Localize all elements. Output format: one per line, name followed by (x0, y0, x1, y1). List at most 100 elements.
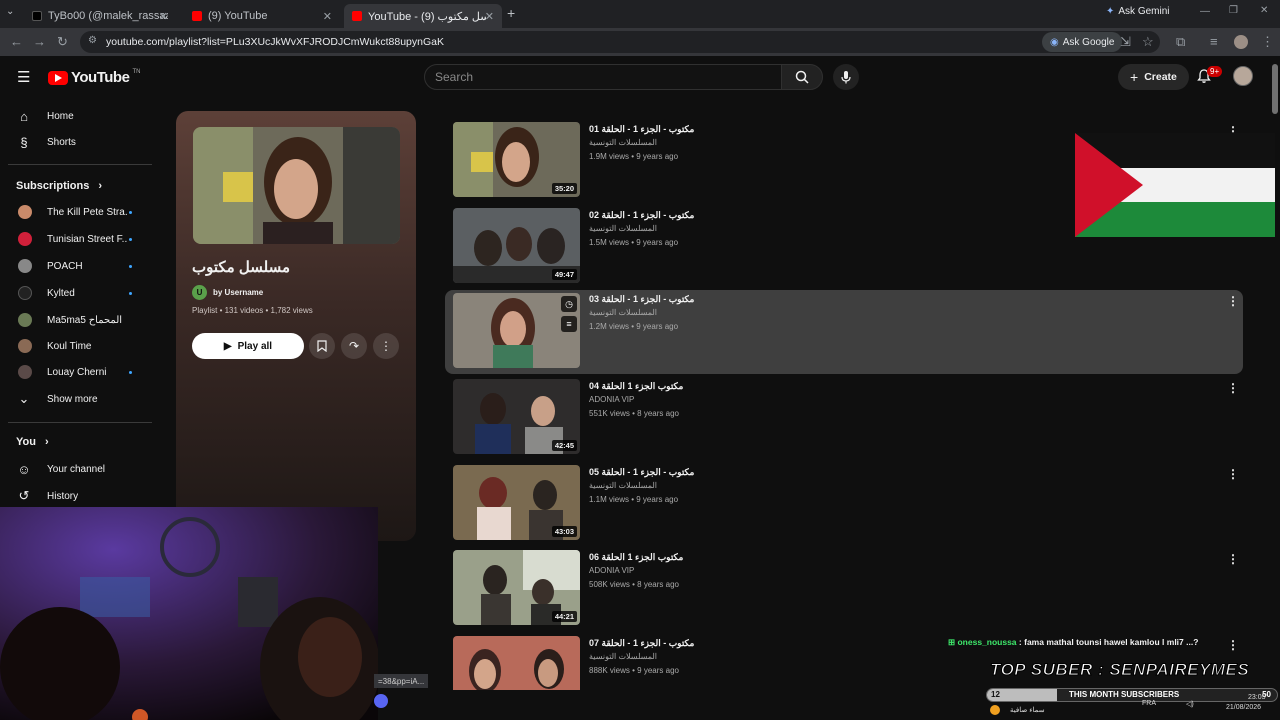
more-vert-icon[interactable]: ⋮ (1227, 638, 1239, 652)
video-thumbnail[interactable]: 44:21 (453, 550, 580, 625)
video-thumbnail[interactable]: ◷ ≡ (453, 293, 580, 368)
reload-icon[interactable]: ↻ (57, 34, 68, 50)
minimize-icon[interactable]: — (1200, 6, 1210, 17)
video-title[interactable]: مكتوب - الجزء 1 - الحلقة 02 (589, 210, 694, 221)
channel-name[interactable]: المسلسلات التونسية (589, 308, 657, 317)
video-meta: 888K views • 9 years ago (589, 666, 679, 675)
channel-name[interactable]: المسلسلات التونسية (589, 224, 657, 233)
ask-gemini-button[interactable]: ✦ Ask Gemini (1106, 6, 1170, 17)
playlist-video-row[interactable]: 44:21 مكتوب الجزء 1 الحلقة 06 ADONIA VIP… (445, 548, 1243, 632)
tab-title: TyBo00 (@malek_rassaa) | TikTok (48, 10, 168, 22)
channel-name[interactable]: ADONIA VIP (589, 395, 634, 404)
video-thumbnail[interactable]: 49:47 (453, 208, 580, 283)
save-playlist-button[interactable] (309, 333, 335, 359)
new-content-dot (129, 370, 132, 374)
browser-tab-playlist[interactable]: YouTube - مسلسل مكتوب (9) ✕ (344, 4, 502, 28)
channel-name[interactable]: المسلسلات التونسية (589, 138, 657, 147)
maximize-icon[interactable]: ❐ (1229, 5, 1238, 16)
owner-avatar: U (192, 285, 207, 300)
sidebar-item-subscription[interactable]: POACH (0, 253, 152, 279)
channel-avatar (18, 259, 32, 273)
playlist-thumbnail[interactable] (193, 127, 400, 244)
new-content-dot (129, 264, 132, 268)
video-thumbnail[interactable]: 43:03 (453, 465, 580, 540)
playlist-owner[interactable]: U by Username (192, 285, 263, 300)
channel-name[interactable]: المسلسلات التونسية (589, 481, 657, 490)
video-title[interactable]: مكتوب - الجزء 1 - الحلقة 01 (589, 124, 694, 135)
video-title[interactable]: مكتوب الجزء 1 الحلقة 04 (589, 381, 683, 392)
sidebar-item-subscription[interactable]: Louay Cherni (0, 359, 152, 385)
video-meta: 551K views • 8 years ago (589, 409, 679, 418)
playlist-video-row[interactable]: 43:03 مكتوب - الجزء 1 - الحلقة 05 المسلس… (445, 463, 1243, 547)
forward-icon[interactable]: → (33, 34, 46, 49)
url-field[interactable]: ⚙ youtube.com/playlist?list=PLu3XUcJkWvX… (80, 31, 1160, 53)
sidebar-item-subscription[interactable]: Tunisian Street F... (0, 226, 152, 252)
youtube-logo[interactable]: YouTube TN (48, 69, 140, 86)
sidebar-item-home[interactable]: ⌂ Home (0, 103, 152, 129)
sidebar-item-history[interactable]: ↺ History (0, 483, 152, 509)
sidebar-item-label: Show more (47, 393, 98, 405)
thumbnail-image (453, 636, 580, 690)
you-heading[interactable]: You › (16, 436, 49, 448)
channel-name[interactable]: المسلسلات التونسية (589, 652, 657, 661)
more-vert-icon[interactable]: ⋮ (1227, 294, 1239, 308)
share-button[interactable]: ↷ (341, 333, 367, 359)
channel-name[interactable]: ADONIA VIP (589, 566, 634, 575)
playlist-video-row[interactable]: ◷ ≡ مكتوب - الجزء 1 - الحلقة 03 المسلسلا… (445, 290, 1243, 374)
close-tab-icon[interactable]: ✕ (323, 10, 332, 23)
close-window-icon[interactable]: ✕ (1260, 5, 1268, 16)
sidebar-item-subscription[interactable]: Ma5ma5 المحماح (0, 307, 152, 333)
browser-tab-tiktok[interactable]: TyBo00 (@malek_rassaa) | TikTok ✕ (24, 4, 176, 28)
palestine-flag (1075, 133, 1275, 237)
search-input[interactable]: Search (424, 64, 782, 90)
microphone-icon (841, 71, 851, 84)
more-vert-icon[interactable]: ⋮ (1227, 552, 1239, 566)
add-to-queue-icon[interactable]: ≡ (561, 316, 577, 332)
subscriptions-heading[interactable]: Subscriptions › (16, 180, 102, 192)
sidebar-item-show-more[interactable]: ⌄ Show more (0, 386, 152, 412)
install-icon[interactable]: ⇲ (1120, 34, 1131, 50)
close-tab-icon[interactable]: ✕ (485, 10, 494, 23)
video-title[interactable]: مكتوب - الجزء 1 - الحلقة 05 (589, 467, 694, 478)
video-title[interactable]: مكتوب الجزء 1 الحلقة 06 (589, 552, 683, 563)
profile-avatar[interactable] (1234, 35, 1248, 49)
tab-list-icon[interactable]: ⌄ (6, 6, 14, 17)
video-thumbnail[interactable] (453, 636, 580, 690)
sidebar-item-subscription[interactable]: Koul Time (0, 333, 152, 359)
search-button[interactable] (781, 64, 823, 90)
video-title[interactable]: مكتوب - الجزء 1 - الحلقة 03 (589, 294, 694, 305)
account-avatar[interactable] (1233, 66, 1253, 86)
sidebar-item-subscription[interactable]: Kylted (0, 280, 152, 306)
browser-tab-youtube[interactable]: (9) YouTube ✕ (184, 4, 340, 28)
sidebar-item-label: Louay Cherni (47, 366, 107, 378)
hamburger-menu-icon[interactable]: ☰ (17, 68, 30, 86)
create-button[interactable]: + Create (1118, 64, 1189, 90)
video-thumbnail[interactable]: 42:45 (453, 379, 580, 454)
video-thumbnail[interactable]: 35:20 (453, 122, 580, 197)
sidebar-item-subscription[interactable]: The Kill Pete Stra... (0, 199, 152, 225)
voice-search-button[interactable] (833, 64, 859, 90)
subscriber-goal-label: THIS MONTH SUBSCRIBERS (1069, 690, 1180, 699)
sidebar-item-shorts[interactable]: § Shorts (0, 129, 152, 155)
video-title[interactable]: مكتوب - الجزء 1 - الحلقة 07 (589, 638, 694, 649)
extensions-icon[interactable]: ⧉ (1176, 34, 1185, 50)
back-icon[interactable]: ← (10, 34, 23, 49)
site-info-icon[interactable]: ⚙ (88, 35, 97, 46)
sidebar-item-your-channel[interactable]: ☺ Your channel (0, 456, 152, 482)
new-tab-icon[interactable]: + (507, 5, 515, 21)
subscriber-count: 12 (991, 690, 1000, 699)
more-vert-icon[interactable]: ⋮ (1227, 381, 1239, 395)
more-actions-button[interactable]: ⋮ (373, 333, 399, 359)
playlist-video-row[interactable]: 42:45 مكتوب الجزء 1 الحلقة 04 ADONIA VIP… (445, 377, 1243, 461)
play-all-button[interactable]: ▶ Play all (192, 333, 304, 359)
scrollbar-thumb[interactable] (1272, 64, 1278, 114)
bookmark-star-icon[interactable]: ☆ (1142, 34, 1154, 50)
more-vert-icon[interactable]: ⋮ (1227, 467, 1239, 481)
watch-later-icon[interactable]: ◷ (561, 296, 577, 312)
browser-menu-icon[interactable]: ⋮ (1261, 34, 1274, 50)
bookmark-icon (317, 340, 327, 352)
playlist-title: مسلسل مكتوب (192, 259, 291, 276)
ask-google-button[interactable]: ◉ Ask Google (1042, 32, 1123, 52)
media-icon[interactable]: ≡ (1210, 34, 1218, 49)
close-tab-icon[interactable]: ✕ (159, 10, 168, 23)
